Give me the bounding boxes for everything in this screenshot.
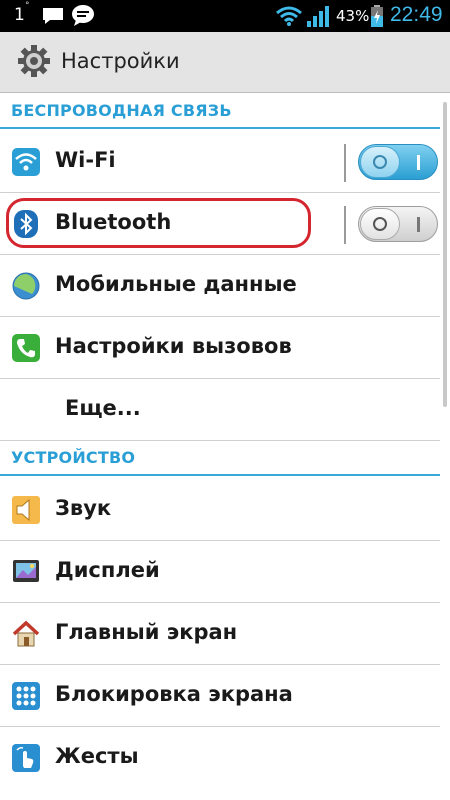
page-title: Настройки [61, 49, 180, 73]
section-title: УСТРОЙСТВО [11, 448, 136, 467]
toggle-on-mark [417, 155, 420, 170]
settings-item-label: Еще... [65, 396, 141, 420]
status-bar: 1 ° 43% 22:49 [0, 0, 450, 32]
section-header-wireless: БЕСПРОВОДНАЯ СВЯЗЬ [0, 93, 440, 129]
toggle-knob [360, 208, 400, 240]
speaker-icon [12, 496, 40, 524]
settings-item-wifi[interactable]: Wi-Fi [0, 131, 440, 193]
chat-bubble-icon [72, 5, 94, 26]
settings-item-gestures[interactable]: Жесты [0, 727, 440, 789]
message-icon [43, 8, 63, 24]
status-time: 22:49 [390, 3, 443, 26]
settings-item-label: Главный экран [55, 620, 238, 644]
bluetooth-highlight-annotation [6, 198, 311, 248]
toggle-knob [360, 146, 400, 178]
settings-item-label: Настройки вызовов [55, 334, 292, 358]
settings-item-call-settings[interactable]: Настройки вызовов [0, 317, 440, 379]
settings-item-more[interactable]: Еще... [0, 379, 440, 441]
settings-item-label: Мобильные данные [55, 272, 297, 296]
display-icon [13, 560, 39, 582]
notification-count: 1 [14, 5, 25, 25]
settings-item-label: Жесты [55, 744, 139, 768]
cell-signal-icon [307, 6, 329, 27]
wifi-toggle[interactable] [358, 144, 438, 180]
gear-icon[interactable] [16, 43, 52, 79]
section-title: БЕСПРОВОДНАЯ СВЯЗЬ [11, 101, 232, 120]
phone-icon [12, 334, 40, 362]
bluetooth-toggle[interactable] [358, 206, 438, 242]
settings-item-label: Wi-Fi [55, 148, 116, 172]
settings-item-mobile-data[interactable]: Мобильные данные [0, 255, 440, 317]
mobile-data-icon [12, 272, 40, 300]
lock-screen-icon [12, 682, 40, 710]
battery-percent: 43% [336, 7, 370, 25]
settings-item-home-screen[interactable]: Главный экран [0, 603, 440, 665]
settings-item-label: Звук [55, 496, 112, 520]
settings-item-label: Блокировка экрана [55, 682, 293, 706]
settings-item-sound[interactable]: Звук [0, 479, 440, 541]
battery-charging-icon [371, 5, 383, 27]
degree-indicator: ° [25, 1, 30, 11]
row-divider [344, 206, 346, 244]
action-bar: Настройки [0, 32, 450, 93]
row-divider [344, 144, 346, 182]
wifi-signal-icon [276, 6, 302, 26]
section-header-device: УСТРОЙСТВО [0, 440, 440, 476]
scrollbar[interactable] [443, 102, 447, 407]
toggle-off-mark [417, 217, 420, 232]
home-icon [12, 620, 40, 647]
gesture-icon [12, 744, 40, 772]
wifi-icon [12, 148, 40, 176]
settings-item-label: Дисплей [55, 558, 160, 582]
settings-item-lock-screen[interactable]: Блокировка экрана [0, 665, 440, 727]
settings-item-display[interactable]: Дисплей [0, 541, 440, 603]
